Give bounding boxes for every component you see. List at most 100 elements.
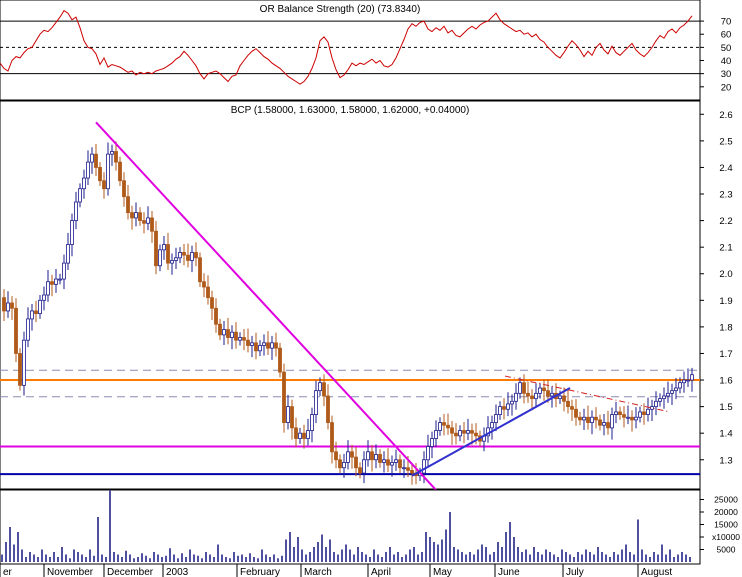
candle-body [570, 406, 574, 410]
candle-body [398, 459, 402, 469]
volume-bar [341, 549, 343, 562]
volume-bar [261, 549, 263, 562]
candle-body [530, 395, 534, 400]
volume-bar [265, 554, 267, 562]
price-tick-label: 2.4 [719, 163, 732, 174]
volume-bar [537, 552, 539, 562]
volume-panel: 5000 x10000 15000 20000 25000 [0, 489, 740, 565]
volume-bar [137, 557, 139, 562]
volume-bar [605, 554, 607, 562]
candle-body [562, 395, 566, 402]
candle-body [614, 411, 618, 415]
candle-body [382, 459, 386, 463]
candle-body [650, 406, 654, 410]
volume-bar [481, 544, 483, 562]
volume-bar [585, 549, 587, 562]
volume-bar [49, 557, 51, 562]
candle-body [370, 451, 374, 461]
candle-body [90, 153, 94, 163]
oscillator-tick-label: 20 [721, 82, 732, 93]
volume-bar [333, 552, 335, 562]
price-tick-label: 2.3 [719, 190, 732, 201]
candle-body [246, 339, 250, 346]
candle-body [526, 392, 530, 397]
volume-bar [249, 553, 251, 562]
candle-body [442, 422, 446, 426]
volume-bar [493, 552, 495, 562]
volume-bar [473, 554, 475, 562]
candle-body [534, 392, 538, 400]
volume-bar [525, 549, 527, 562]
candle-body [130, 212, 134, 219]
volume-bar [181, 553, 183, 562]
candle-body [390, 462, 394, 466]
candle-body [422, 459, 426, 474]
candle-body [538, 387, 542, 394]
volume-bar [81, 554, 83, 562]
candle-body [434, 430, 438, 439]
candle-body [38, 299, 42, 315]
candle-body [214, 307, 218, 325]
volume-bar [457, 549, 459, 562]
volume-bar [273, 554, 275, 562]
candle-body [30, 310, 34, 320]
candle-body [602, 422, 606, 426]
candle-body [402, 467, 406, 470]
volume-bar [569, 554, 571, 562]
volume-bar [361, 552, 363, 562]
x-tick-label: 2003 [166, 567, 189, 577]
volume-bar [229, 558, 231, 562]
candle-body [606, 422, 610, 429]
candle-body [334, 451, 338, 461]
candle-body [662, 395, 666, 400]
volume-bar [601, 552, 603, 562]
volume-bar [633, 554, 635, 562]
candle-body [302, 432, 306, 439]
candle-body [466, 430, 470, 434]
candle-body [626, 416, 630, 419]
volume-bar [377, 554, 379, 562]
volume-bar [97, 517, 99, 562]
volume-bar [305, 554, 307, 562]
candle-body [674, 387, 678, 392]
x-axis: er November December 2003 February March April… [0, 563, 700, 577]
candle-body [278, 347, 282, 373]
volume-bar [25, 557, 27, 562]
candle-body [158, 249, 162, 267]
volume-tick-label: 20000 [714, 507, 738, 517]
volume-bar [409, 549, 411, 562]
volume-bar [369, 557, 371, 562]
volume-bar [501, 547, 503, 562]
candle-body [238, 337, 242, 341]
candle-body [450, 427, 454, 434]
volume-bar [389, 547, 391, 562]
oscillator-tick-label: 40 [721, 56, 732, 67]
candle-body [6, 302, 10, 312]
candle-body [110, 151, 114, 155]
volume-bar [681, 552, 683, 562]
candle-body [406, 467, 410, 471]
x-tick-label: May [433, 567, 452, 577]
candle-body [346, 451, 350, 463]
volume-bar [529, 554, 531, 562]
volume-bar [237, 555, 239, 562]
candle-body [454, 432, 458, 437]
stock-chart: OR Balance Strength (20) (73.8340) 20 30 4… [0, 0, 740, 577]
candle-body [102, 180, 106, 190]
candle-body [138, 212, 142, 221]
candle-body [250, 342, 254, 346]
volume-bar [149, 558, 151, 562]
candle-body [666, 392, 670, 397]
volume-bar [397, 552, 399, 562]
volume-bar [597, 547, 599, 562]
volume-bar [589, 552, 591, 562]
candle-body [654, 400, 658, 408]
price-tick-label: 1.8 [719, 322, 732, 333]
candle-body [658, 398, 662, 402]
volume-bar [13, 544, 15, 562]
price-tick-label: 1.4 [719, 429, 732, 440]
volume-bar [685, 554, 687, 562]
volume-bar [317, 542, 319, 562]
volume-bar [153, 552, 155, 562]
price-tick-label: 2.5 [719, 136, 732, 147]
